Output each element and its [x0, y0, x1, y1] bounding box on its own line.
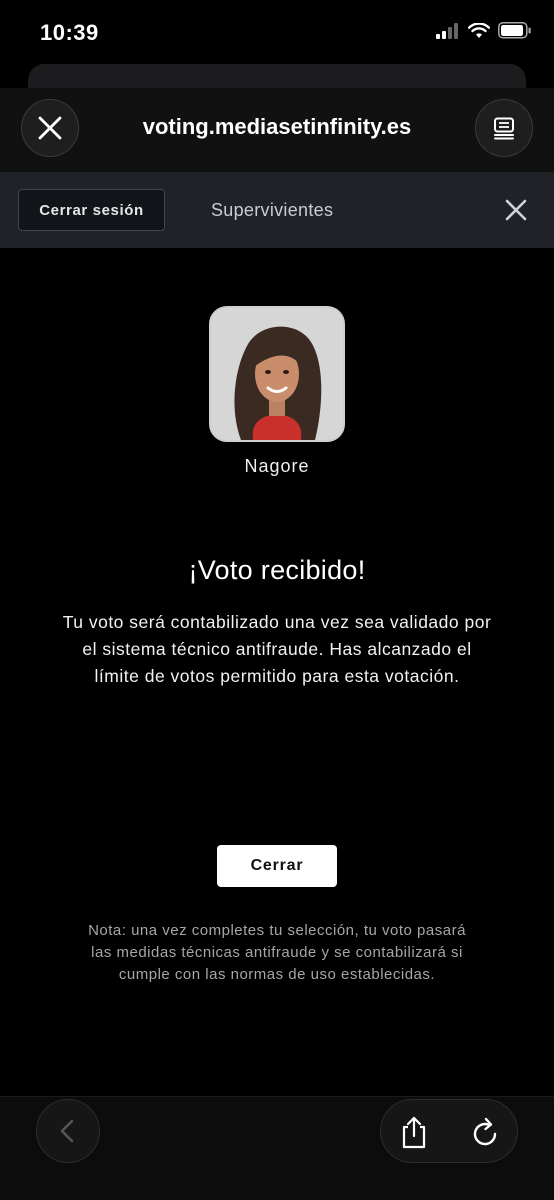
- browser-header: voting.mediasetinfinity.es: [0, 88, 554, 172]
- reload-icon[interactable]: [469, 1114, 503, 1150]
- status-bar: 10:39: [0, 0, 554, 64]
- vote-message: Tu voto será contabilizado una vez sea v…: [62, 612, 492, 686]
- signal-icon: [436, 22, 458, 39]
- program-title: Supervivientes: [211, 200, 334, 220]
- status-icons: [436, 22, 532, 39]
- logout-button[interactable]: Cerrar sesión: [18, 189, 165, 231]
- contestant-name: Nagore: [244, 456, 310, 476]
- back-button[interactable]: [36, 1099, 100, 1163]
- url-label: voting.mediasetinfinity.es: [142, 114, 412, 139]
- toolbar-actions: [380, 1099, 518, 1163]
- back-icon: [60, 1119, 74, 1143]
- battery-icon: [498, 22, 531, 39]
- contestant-photo: [209, 306, 345, 442]
- antifraud-note: Nota: una vez completes tu selección, tu…: [88, 922, 466, 983]
- share-icon[interactable]: [397, 1114, 431, 1150]
- close-icon[interactable]: [502, 196, 530, 224]
- site-nav: Cerrar sesión Supervivientes: [0, 172, 554, 248]
- reader-icon: [494, 117, 514, 140]
- reader-mode-button[interactable]: [475, 99, 533, 157]
- status-time: 10:39: [40, 20, 99, 45]
- vote-received-heading: ¡Voto recibido!: [188, 555, 366, 585]
- browser-toolbar: [0, 1096, 554, 1200]
- close-button[interactable]: Cerrar: [217, 845, 337, 887]
- contestant-portrait: [211, 308, 343, 440]
- wifi-icon: [468, 22, 490, 38]
